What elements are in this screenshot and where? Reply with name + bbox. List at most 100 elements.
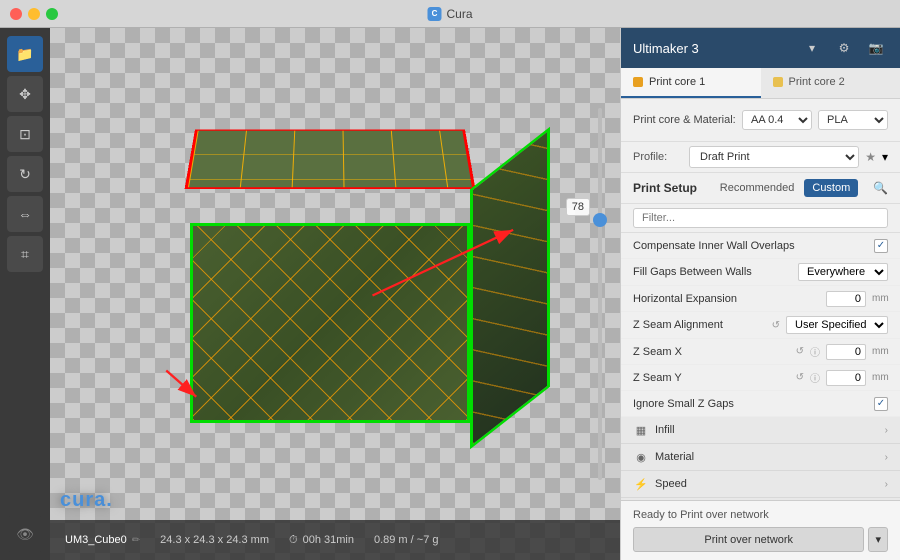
cube-top-face [185, 129, 476, 188]
right-panel: Ultimaker 3 ▾ ⚙ 📷 Print core 1 Print cor… [620, 28, 900, 560]
slider-thumb[interactable] [593, 213, 607, 227]
slider-track [598, 108, 602, 480]
infill-label: Infill [655, 424, 885, 436]
setting-ignore-small-z-gaps: Ignore Small Z Gaps ✓ [621, 391, 900, 417]
z-seam-x-info-icon[interactable]: ⓘ [810, 344, 820, 359]
dimensions-text: 24.3 x 24.3 x 24.3 mm [160, 534, 269, 546]
header-actions: ▾ ⚙ 📷 [800, 36, 888, 60]
maximize-button[interactable] [46, 8, 58, 20]
profile-label: Profile: [633, 151, 683, 163]
z-seam-y-input[interactable] [826, 370, 866, 386]
material-section-header[interactable]: ◉ Material › [621, 444, 900, 471]
z-seam-x-label: Z Seam X [633, 346, 790, 358]
recommended-tab[interactable]: Recommended [712, 179, 803, 197]
speed-label: Speed [655, 478, 885, 490]
z-seam-alignment-select[interactable]: User Specified [786, 316, 888, 334]
printer-name: Ultimaker 3 [633, 41, 699, 56]
material-label: Print core & Material: [633, 114, 736, 126]
window-title: C Cura [427, 7, 472, 21]
z-seam-y-unit: mm [872, 372, 888, 383]
setting-z-seam-x: Z Seam X ↺ ⓘ mm [621, 339, 900, 365]
profile-row: Profile: Draft Print ★ ▾ [621, 142, 900, 173]
speed-icon: ⚡ [633, 476, 649, 492]
ignore-small-z-gaps-label: Ignore Small Z Gaps [633, 398, 868, 410]
infill-section[interactable]: ▦ Infill › [621, 417, 900, 444]
core-1-label: Print core 1 [649, 76, 705, 88]
z-seam-y-reset-icon[interactable]: ↺ [796, 372, 804, 383]
horizontal-expansion-unit: mm [872, 293, 888, 304]
z-seam-x-unit: mm [872, 346, 888, 357]
infill-icon: ▦ [633, 422, 649, 438]
cura-logo: cura. [60, 489, 113, 512]
filter-input[interactable] [633, 208, 888, 228]
z-seam-x-reset-icon[interactable]: ↺ [796, 346, 804, 357]
compensate-checkbox[interactable]: ✓ [874, 239, 888, 253]
print-setup-title: Print Setup [633, 181, 697, 195]
close-button[interactable] [10, 8, 22, 20]
print-button-row: Print over network ▾ [633, 527, 888, 552]
monitor-button[interactable]: 📷 [864, 36, 888, 60]
settings-list: Compensate Inner Wall Overlaps ✓ Fill Ga… [621, 233, 900, 500]
setting-compensate-inner-wall: Compensate Inner Wall Overlaps ✓ [621, 233, 900, 259]
printer-dropdown-button[interactable]: ▾ [800, 36, 824, 60]
scale-tool-button[interactable]: ⊡ [7, 116, 43, 152]
cube-right-face [470, 127, 550, 450]
infill-chevron-icon: › [885, 425, 888, 436]
print-core-2-tab[interactable]: Print core 2 [761, 68, 900, 98]
print-core-1-tab[interactable]: Print core 1 [621, 68, 761, 98]
z-seam-y-info-icon[interactable]: ⓘ [810, 370, 820, 385]
support-tool-button[interactable]: ⌗ [7, 236, 43, 272]
setting-fill-gaps: Fill Gaps Between Walls Everywhere [621, 259, 900, 286]
material-usage-item: 0.89 m / ~7 g [374, 534, 439, 546]
print-dropdown-button[interactable]: ▾ [868, 527, 888, 552]
rotate-tool-button[interactable]: ↻ [7, 156, 43, 192]
material-section-icon: ◉ [633, 449, 649, 465]
profile-star-icon[interactable]: ★ [865, 150, 876, 164]
horizontal-expansion-label: Horizontal Expansion [633, 293, 820, 305]
printer-settings-button[interactable]: ⚙ [832, 36, 856, 60]
horizontal-expansion-input[interactable] [826, 291, 866, 307]
z-seam-alignment-label: Z Seam Alignment [633, 319, 766, 331]
dimensions-item: 24.3 x 24.3 x 24.3 mm [160, 534, 269, 546]
titlebar: C Cura [0, 0, 900, 28]
z-seam-x-input[interactable] [826, 344, 866, 360]
model-name: UM3_Cube0 [65, 534, 127, 546]
material-select[interactable]: PLA [818, 110, 888, 130]
setting-compensate-label: Compensate Inner Wall Overlaps [633, 240, 868, 252]
print-cores-tabs: Print core 1 Print core 2 [621, 68, 900, 99]
print-over-network-button[interactable]: Print over network [633, 527, 864, 552]
3d-viewport[interactable] [110, 68, 560, 448]
settings-search-icon[interactable]: 🔍 [873, 181, 888, 195]
core-2-label: Print core 2 [789, 76, 845, 88]
minimize-button[interactable] [28, 8, 40, 20]
edit-model-icon[interactable]: ✏ [132, 535, 140, 546]
view-mode-button[interactable]: 👁 [7, 516, 43, 552]
setting-z-seam-alignment: Z Seam Alignment ↺ User Specified [621, 312, 900, 339]
material-text: 0.89 m / ~7 g [374, 534, 439, 546]
print-setup-header: Print Setup Recommended Custom 🔍 [621, 173, 900, 204]
move-tool-button[interactable]: ✥ [7, 76, 43, 112]
ignore-small-z-gaps-checkbox[interactable]: ✓ [874, 397, 888, 411]
filter-row [621, 204, 900, 233]
status-bar: UM3_Cube0 ✏ 24.3 x 24.3 x 24.3 mm ⏱ 00h … [50, 520, 620, 560]
layer-slider[interactable] [590, 108, 610, 480]
core-select[interactable]: AA 0.4 [742, 110, 812, 130]
traffic-lights [10, 8, 58, 20]
setting-z-seam-y: Z Seam Y ↺ ⓘ mm [621, 365, 900, 391]
material-section-label: Material [655, 451, 885, 463]
panel-bottom: Ready to Print over network Print over n… [621, 500, 900, 560]
material-row: Print core & Material: AA 0.4 PLA [633, 107, 888, 133]
slider-value-label: 78 [566, 198, 590, 216]
fill-gaps-select[interactable]: Everywhere [798, 263, 888, 281]
app-icon: C [427, 7, 441, 21]
mirror-tool-button[interactable]: ⇔ [7, 196, 43, 232]
custom-tab[interactable]: Custom [804, 179, 858, 197]
z-seam-alignment-reset-icon[interactable]: ↺ [772, 320, 780, 331]
profile-dropdown-icon[interactable]: ▾ [882, 150, 888, 164]
speed-section[interactable]: ⚡ Speed › [621, 471, 900, 498]
profile-select[interactable]: Draft Print [689, 146, 859, 168]
viewport: 78 cura. UM3_Cube0 ✏ 24.3 x 24.3 x 24.3 … [50, 28, 620, 560]
main-layout: 📁 ✥ ⊡ ↻ ⇔ ⌗ 👁 [0, 28, 900, 560]
left-toolbar: 📁 ✥ ⊡ ↻ ⇔ ⌗ 👁 [0, 28, 50, 560]
open-folder-button[interactable]: 📁 [7, 36, 43, 72]
